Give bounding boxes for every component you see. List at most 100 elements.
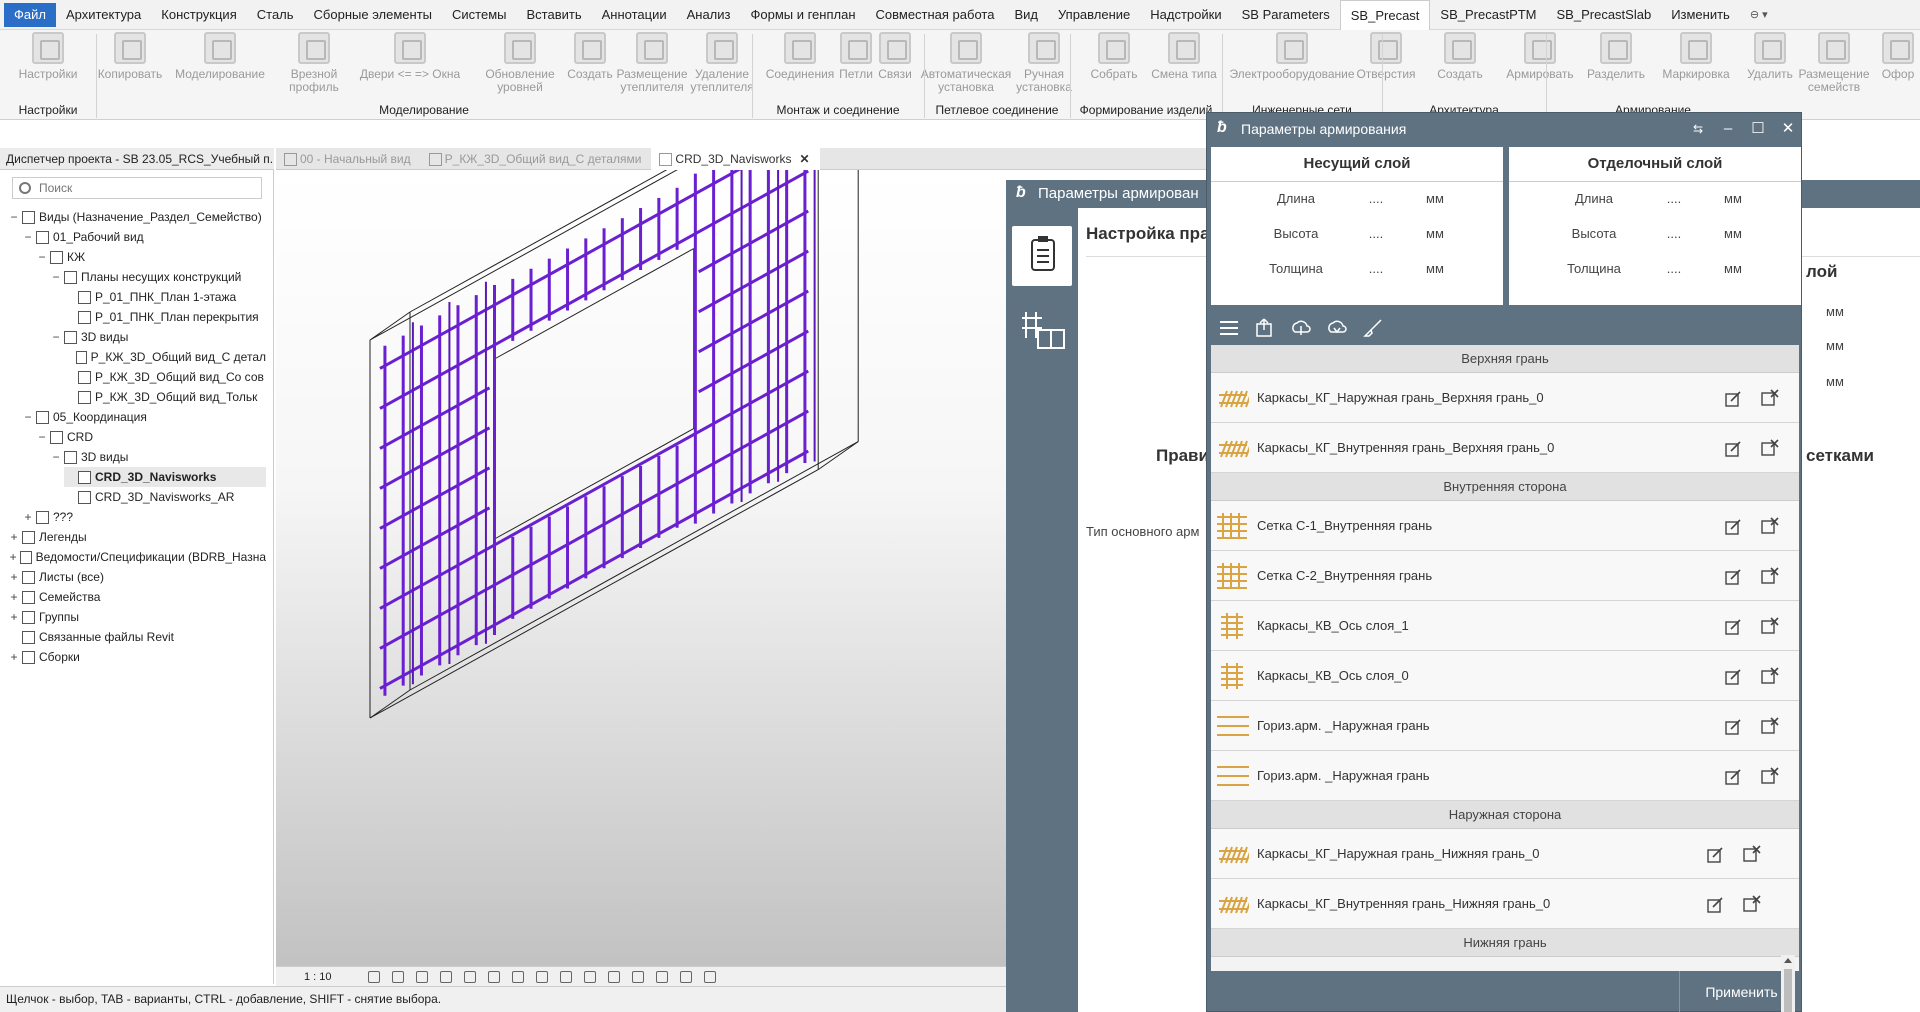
add-icon[interactable] bbox=[1255, 318, 1275, 338]
view-control-icon[interactable] bbox=[583, 970, 596, 983]
edit-icon[interactable] bbox=[1725, 769, 1741, 785]
view-tab[interactable]: P_КЖ_3D_Общий вид_С деталями bbox=[421, 148, 652, 170]
tree-item[interactable]: − 3D виды bbox=[50, 447, 266, 467]
menu-item[interactable]: Управление bbox=[1048, 0, 1140, 30]
ribbon-button[interactable]: Отверстия bbox=[1351, 30, 1421, 100]
apply-button[interactable]: Применить bbox=[1679, 971, 1803, 1012]
ribbon-button[interactable]: Размещение утеплителя bbox=[615, 30, 689, 100]
view-control-icon[interactable] bbox=[463, 970, 476, 983]
ribbon-button[interactable]: Маркировка bbox=[1661, 30, 1731, 100]
menu-item[interactable]: Анализ bbox=[677, 0, 741, 30]
menu-item[interactable]: Совместная работа bbox=[866, 0, 1005, 30]
maximize-button[interactable]: ☐ bbox=[1743, 113, 1773, 145]
list-item[interactable]: Гориз.арм. _Наружная грань bbox=[1211, 751, 1799, 801]
ribbon-button[interactable]: Копировать bbox=[97, 30, 163, 100]
tree-item[interactable]: − 01_Рабочий вид bbox=[22, 227, 266, 247]
menu-item[interactable]: Архитектура bbox=[56, 0, 151, 30]
tree-item[interactable]: P_КЖ_3D_Общий вид_Тольк bbox=[64, 387, 266, 407]
remove-icon[interactable] bbox=[1743, 845, 1761, 863]
brush-icon[interactable] bbox=[1363, 318, 1383, 338]
checklist-icon[interactable] bbox=[1012, 226, 1072, 286]
close-button[interactable]: ✕ bbox=[1773, 113, 1803, 145]
ribbon-button[interactable]: Врезной профиль bbox=[279, 30, 349, 100]
tree-item[interactable]: P_01_ПНК_План 1-этажа bbox=[64, 287, 266, 307]
tree-toggle-icon[interactable]: + bbox=[8, 647, 20, 667]
ribbon-button[interactable]: Смена типа bbox=[1149, 30, 1219, 100]
remove-icon[interactable] bbox=[1761, 567, 1779, 585]
swap-icon[interactable]: ⇆ bbox=[1683, 113, 1713, 145]
list-item[interactable]: Сетка С-1_Внутренняя грань bbox=[1211, 501, 1799, 551]
menu-icon[interactable] bbox=[1219, 318, 1239, 338]
tree-toggle-icon[interactable]: − bbox=[36, 427, 48, 447]
ribbon-button[interactable]: Электрооборудование bbox=[1228, 30, 1356, 100]
close-icon[interactable]: ✕ bbox=[799, 152, 809, 166]
ribbon-button[interactable]: Петли bbox=[836, 30, 876, 100]
view-control-icon[interactable] bbox=[415, 970, 428, 983]
remove-icon[interactable] bbox=[1761, 717, 1779, 735]
param-value[interactable]: .... bbox=[1654, 191, 1694, 206]
param-value[interactable]: .... bbox=[1654, 261, 1694, 276]
param-value[interactable]: .... bbox=[1654, 226, 1694, 241]
menu-item[interactable]: Надстройки bbox=[1140, 0, 1231, 30]
tree-item[interactable]: Связанные файлы Revit bbox=[8, 627, 266, 647]
ribbon-button[interactable]: Автоматическая установка bbox=[916, 30, 1016, 100]
tree-item[interactable]: + Сборки bbox=[8, 647, 266, 667]
menu-item[interactable]: Системы bbox=[442, 0, 516, 30]
menu-item[interactable]: SB_PrecastPTM bbox=[1430, 0, 1546, 30]
tree-item[interactable]: − 3D виды bbox=[50, 327, 266, 347]
tree-item[interactable]: + Листы (все) bbox=[8, 567, 266, 587]
ribbon-button[interactable]: Настройки bbox=[13, 30, 83, 100]
tree-toggle-icon[interactable]: − bbox=[50, 327, 62, 347]
tree-item[interactable]: P_КЖ_3D_Общий вид_С детал bbox=[64, 347, 266, 367]
view-control-icon[interactable] bbox=[607, 970, 620, 983]
tree-item[interactable]: − Виды (Назначение_Раздел_Семейство) bbox=[8, 207, 266, 227]
ribbon-toggle-icon[interactable]: ⊖ ▾ bbox=[1740, 0, 1778, 30]
tree-toggle-icon[interactable]: + bbox=[22, 507, 34, 527]
list-item[interactable]: Гориз.арм. _Наружная грань bbox=[1211, 701, 1799, 751]
menu-item[interactable]: Файл bbox=[4, 2, 56, 27]
remove-icon[interactable] bbox=[1743, 895, 1761, 913]
tree-toggle-icon[interactable]: − bbox=[50, 267, 62, 287]
view-tab[interactable]: CRD_3D_Navisworks ✕ bbox=[651, 148, 820, 170]
remove-icon[interactable] bbox=[1761, 517, 1779, 535]
menu-item[interactable]: Конструкция bbox=[151, 0, 246, 30]
tree-item[interactable]: − Планы несущих конструкций bbox=[50, 267, 266, 287]
list-item[interactable]: Каркасы_КВ_Ось слоя_0 bbox=[1211, 651, 1799, 701]
tree-item[interactable]: + Семейства bbox=[8, 587, 266, 607]
menu-item[interactable]: SB_PrecastSlab bbox=[1547, 0, 1662, 30]
ribbon-button[interactable]: Офор bbox=[1876, 30, 1920, 100]
upload-cloud-icon[interactable] bbox=[1291, 318, 1311, 338]
remove-icon[interactable] bbox=[1761, 617, 1779, 635]
ribbon-button[interactable]: Армировать bbox=[1505, 30, 1575, 100]
edit-icon[interactable] bbox=[1725, 619, 1741, 635]
tree-toggle-icon[interactable]: − bbox=[50, 447, 62, 467]
tree-item[interactable]: +??? bbox=[22, 507, 266, 527]
view-control-icon[interactable] bbox=[703, 970, 716, 983]
browser-search[interactable] bbox=[12, 177, 262, 199]
edit-icon[interactable] bbox=[1725, 441, 1741, 457]
list-item[interactable]: Каркасы_КГ_Наружная грань_Нижняя грань_0 bbox=[1211, 829, 1799, 879]
param-value[interactable]: .... bbox=[1356, 226, 1396, 241]
menu-item[interactable]: Вставить bbox=[517, 0, 592, 30]
ribbon-button[interactable]: Удалить bbox=[1745, 30, 1795, 100]
view-control-icon[interactable] bbox=[559, 970, 572, 983]
tree-toggle-icon[interactable]: + bbox=[8, 527, 20, 547]
tree-toggle-icon[interactable]: − bbox=[22, 407, 34, 427]
tree-toggle-icon[interactable]: − bbox=[8, 207, 20, 227]
edit-icon[interactable] bbox=[1725, 669, 1741, 685]
edit-icon[interactable] bbox=[1725, 391, 1741, 407]
view-control-icon[interactable] bbox=[487, 970, 500, 983]
param-value[interactable]: .... bbox=[1356, 261, 1396, 276]
3d-viewport[interactable] bbox=[276, 63, 1006, 966]
ribbon-button[interactable]: Моделирование bbox=[175, 30, 265, 100]
search-input[interactable] bbox=[39, 181, 239, 195]
tree-item[interactable]: + Легенды bbox=[8, 527, 266, 547]
menu-item[interactable]: Изменить bbox=[1661, 0, 1740, 30]
list-item[interactable]: Каркасы_КГ_Внутренняя грань_Верхняя гран… bbox=[1211, 423, 1799, 473]
ribbon-button[interactable]: Собрать bbox=[1084, 30, 1144, 100]
view-control-icon[interactable] bbox=[391, 970, 404, 983]
ribbon-button[interactable]: Связи bbox=[875, 30, 915, 100]
tree-toggle-icon[interactable]: + bbox=[8, 587, 20, 607]
view-scale[interactable]: 1 : 10 bbox=[304, 971, 332, 983]
tree-item[interactable]: P_КЖ_3D_Общий вид_Со сов bbox=[64, 367, 266, 387]
